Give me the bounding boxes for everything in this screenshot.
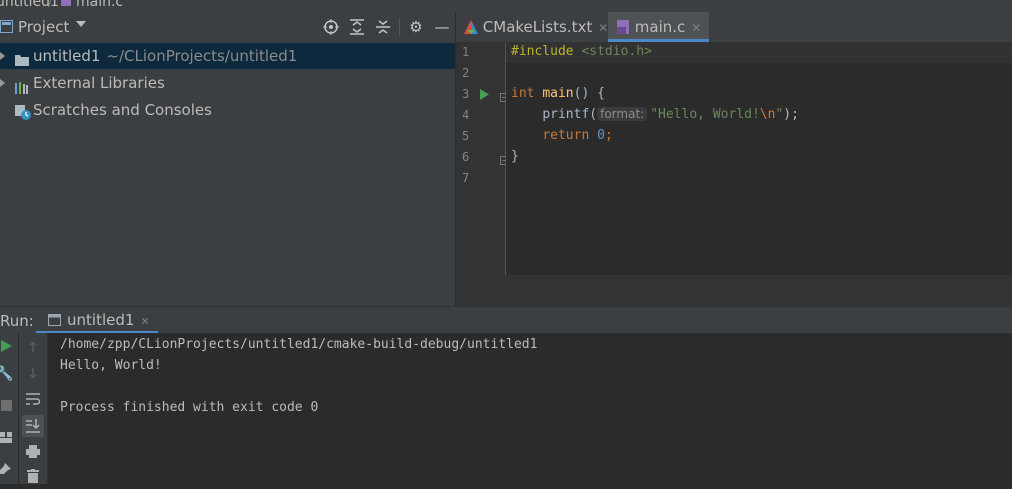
project-panel-header: Project ⚙ —: [0, 12, 455, 43]
console-icon: [48, 308, 61, 335]
expand-arrow-icon[interactable]: [0, 79, 5, 87]
line-number: 3: [462, 87, 470, 101]
expand-arrow-icon[interactable]: [0, 52, 5, 60]
tree-item-label: untitled1 ~/CLionProjects/untitled1: [33, 47, 298, 65]
parameter-hint: format:: [597, 107, 648, 121]
console-line: Process finished with exit code 0: [60, 400, 319, 415]
tab-cmakelists[interactable]: CMakeLists.txt ✕: [464, 12, 614, 42]
trash-icon[interactable]: [23, 469, 43, 489]
cmake-icon: [464, 14, 478, 44]
gear-icon[interactable]: ⚙: [406, 17, 426, 37]
run-tab-label: untitled1: [67, 311, 135, 329]
layout-icon[interactable]: [0, 429, 16, 449]
wrench-icon[interactable]: 🔧: [0, 364, 15, 384]
code-line-3: int main() {: [511, 86, 605, 101]
editor-tabs: CMakeLists.txt ✕ main.c ✕: [456, 12, 1012, 43]
line-number: 6: [462, 150, 470, 164]
tab-label: main.c: [634, 18, 686, 36]
breadcrumb: untitled1 / main.c: [0, 0, 1012, 12]
code-line-5: return 0;: [542, 128, 613, 143]
code-line-6: }: [511, 149, 519, 164]
run-gutter-icon[interactable]: [480, 88, 489, 104]
tab-label: CMakeLists.txt: [482, 18, 593, 36]
breadcrumb-file-icon: [60, 0, 72, 10]
tree-item-label: External Libraries: [33, 74, 165, 92]
run-panel-header: Run: untitled1 ✕: [0, 306, 1012, 334]
console-output[interactable]: /home/zpp/CLionProjects/untitled1/cmake-…: [48, 333, 1012, 484]
editor-gutter: 1 2 3 4 5 6 7: [456, 43, 509, 275]
project-view-title[interactable]: Project: [18, 18, 69, 36]
line-number: 7: [462, 171, 470, 185]
close-icon[interactable]: ✕: [598, 21, 608, 35]
run-label: Run:: [0, 312, 34, 330]
collapse-all-icon[interactable]: [373, 17, 393, 37]
scroll-to-end-icon[interactable]: [22, 415, 44, 437]
line-number: 4: [462, 108, 470, 122]
print-icon[interactable]: [23, 444, 43, 464]
project-view-icon: [0, 20, 13, 37]
code-line-1: #include <stdio.h>: [511, 44, 652, 59]
project-tree: untitled1 ~/CLionProjects/untitled1 Exter…: [0, 42, 455, 306]
arrow-down-icon[interactable]: ↓: [23, 364, 43, 384]
header-divider: [399, 18, 400, 36]
tree-item-scratches[interactable]: Scratches and Consoles: [0, 97, 455, 123]
c-file-icon: [616, 14, 630, 44]
tree-item-external-libraries[interactable]: External Libraries: [0, 70, 455, 96]
line-number: 5: [462, 129, 470, 143]
scratches-icon: [15, 103, 31, 129]
soft-wrap-icon[interactable]: [23, 391, 43, 411]
arrow-up-icon[interactable]: ↑: [23, 338, 43, 358]
console-line: Hello, World!: [60, 358, 162, 373]
minimize-icon[interactable]: —: [432, 17, 452, 37]
close-icon[interactable]: ✕: [140, 315, 149, 328]
breadcrumb-file[interactable]: main.c: [76, 0, 123, 10]
code-editor[interactable]: #include <stdio.h> int main() { printf(f…: [506, 43, 1012, 275]
rerun-icon[interactable]: [0, 338, 16, 358]
tree-item-path: ~/CLionProjects/untitled1: [106, 47, 298, 65]
tree-item-label: Scratches and Consoles: [33, 101, 212, 119]
breadcrumb-separator: /: [48, 0, 53, 10]
expand-all-icon[interactable]: [347, 17, 367, 37]
line-number: 1: [462, 45, 470, 59]
pin-icon[interactable]: [0, 461, 15, 481]
run-toolbar-primary: 🔧: [0, 333, 19, 484]
locate-icon[interactable]: [321, 17, 341, 37]
code-line-4: printf(format: "Hello, World!\n");: [542, 107, 799, 122]
tree-item-untitled1[interactable]: untitled1 ~/CLionProjects/untitled1: [0, 43, 455, 69]
tab-main-c[interactable]: main.c ✕: [608, 12, 710, 44]
run-toolbar-secondary: ↑ ↓: [19, 333, 48, 484]
stop-icon[interactable]: [0, 397, 16, 417]
editor-footer: [456, 275, 1012, 306]
close-icon[interactable]: ✕: [691, 21, 701, 35]
console-line: /home/zpp/CLionProjects/untitled1/cmake-…: [60, 337, 538, 352]
run-tab-untitled1[interactable]: untitled1 ✕: [36, 307, 158, 334]
chevron-down-icon[interactable]: [76, 21, 86, 27]
line-number: 2: [462, 66, 470, 80]
